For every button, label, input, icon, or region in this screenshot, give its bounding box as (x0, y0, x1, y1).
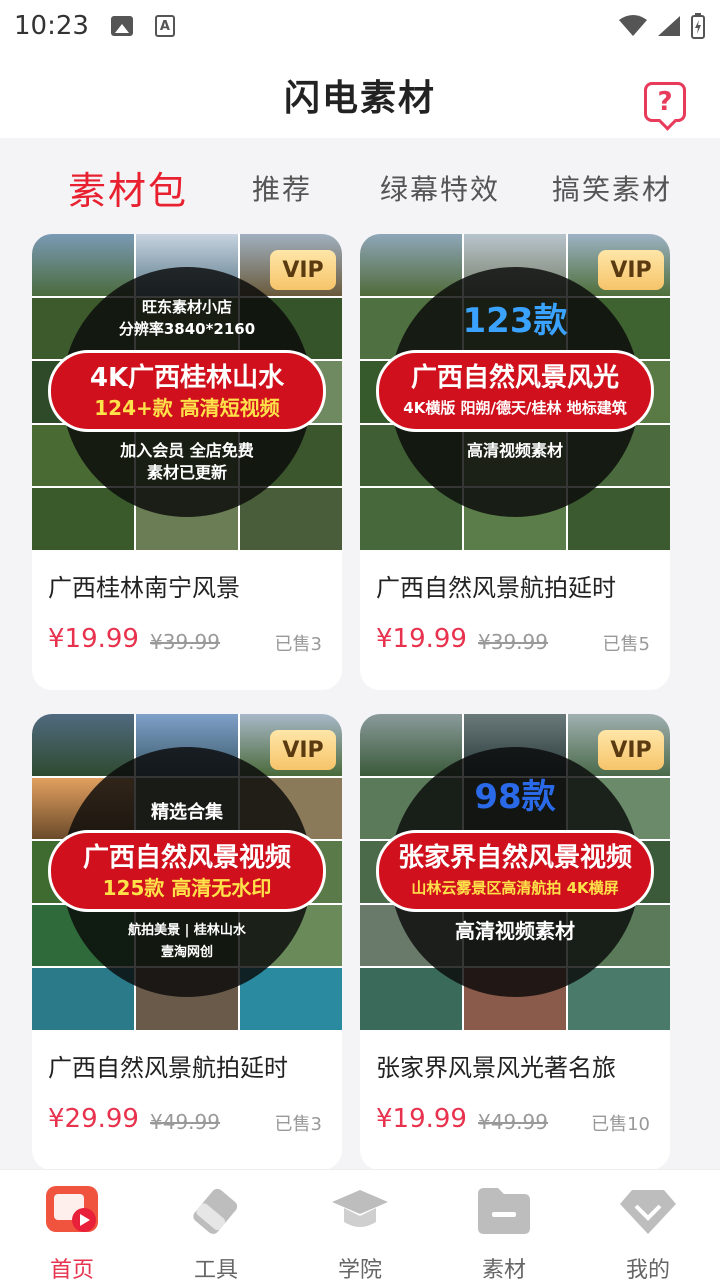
original-price: ¥39.99 (478, 630, 548, 654)
nav-item-academy[interactable]: 学院 (310, 1182, 410, 1280)
thumb-sub-text: 4K横版 阳朔/德天/桂林 地标建筑 (403, 399, 627, 417)
graduation-cap-icon (330, 1182, 390, 1238)
nav-item-materials[interactable]: 素材 (454, 1182, 554, 1280)
status-time: 10:23 (14, 11, 89, 41)
product-price: ¥19.99 (376, 624, 467, 654)
nav-item-home[interactable]: 首页 (22, 1182, 122, 1280)
product-title: 广西自然风景航拍延时 (376, 574, 616, 602)
thumb-count-text: 98款 (474, 777, 556, 817)
thumb-bottom-text: 高清视频素材 (466, 441, 563, 460)
nav-item-tools[interactable]: 工具 (166, 1182, 266, 1280)
tab-material-pack[interactable]: 素材包 (68, 160, 188, 215)
vip-badge: VIP (270, 730, 336, 770)
product-title: 广西自然风景航拍延时 (48, 1054, 288, 1082)
thumb-banner: 张家界自然风景视频 山林云雾景区高清航拍 4K横屏 (376, 830, 654, 912)
thumb-top-text: 98款 (360, 780, 670, 814)
thumb-top-text: 精选合集 (151, 802, 223, 823)
nav-label: 素材 (481, 1258, 526, 1280)
thumb-main-text: 广西自然风景视频 (82, 843, 291, 873)
product-card[interactable]: 旺东素材小店 分辨率3840*2160 4K广西桂林山水 124+款 高清短视频… (32, 234, 342, 690)
thumb-main-text: 广西自然风景风光 (410, 363, 619, 393)
product-title: 广西桂林南宁风景 (48, 574, 240, 602)
thumb-bottom-text: 高清视频素材 (455, 919, 575, 943)
nav-item-profile[interactable]: 我的 (598, 1182, 698, 1280)
thumb-main-text: 4K广西桂林山水 (89, 363, 285, 393)
question-bubble-icon: ? (657, 87, 673, 117)
product-card[interactable]: 精选合集 广西自然风景视频 125款 高清无水印 航拍美景 | 桂林山水 壹淘网… (32, 714, 342, 1170)
thumb-sub-text: 山林云雾景区高清航拍 4K横屏 (411, 879, 619, 897)
thumb-main-text: 张家界自然风景视频 (397, 843, 632, 873)
nav-label: 学院 (337, 1258, 382, 1280)
product-thumbnail: 123款 广西自然风景风光 4K横版 阳朔/德天/桂林 地标建筑 高清视频素材 … (360, 234, 670, 550)
thumb-top-text: 旺东素材小店 分辨率3840*2160 (118, 298, 256, 338)
vip-badge: VIP (598, 730, 664, 770)
thumb-banner: 广西自然风景风光 4K横版 阳朔/德天/桂林 地标建筑 (376, 350, 654, 432)
thumb-sub-text: 125款 高清无水印 (102, 876, 272, 900)
vip-badge: VIP (598, 250, 664, 290)
folder-icon (474, 1182, 534, 1238)
category-tabs: 素材包 推荐 绿幕特效 搞笑素材 (0, 150, 720, 226)
thumb-banner: 4K广西桂林山水 124+款 高清短视频 (48, 350, 326, 432)
battery-icon (691, 13, 705, 39)
bottom-nav: 首页 工具 学院 素材 我的 (0, 1170, 720, 1280)
help-button[interactable]: ? (644, 82, 686, 122)
product-card[interactable]: 98款 张家界自然风景视频 山林云雾景区高清航拍 4K横屏 高清视频素材 VIP… (360, 714, 670, 1170)
sold-count: 已售10 (591, 1114, 650, 1135)
nav-label: 工具 (193, 1258, 238, 1280)
thumb-banner: 广西自然风景视频 125款 高清无水印 (48, 830, 326, 912)
text-notification-icon: A (154, 15, 175, 37)
product-thumbnail: 旺东素材小店 分辨率3840*2160 4K广西桂林山水 124+款 高清短视频… (32, 234, 342, 550)
product-title: 张家界风景风光著名旅 (376, 1054, 616, 1082)
original-price: ¥49.99 (478, 1110, 548, 1134)
original-price: ¥49.99 (150, 1110, 220, 1134)
image-notification-icon (110, 16, 133, 36)
sold-count: 已售5 (602, 634, 650, 655)
thumb-bottom-text: 加入会员 全店免费 素材已更新 (120, 441, 254, 482)
nav-label: 我的 (625, 1258, 670, 1280)
vip-badge: VIP (270, 250, 336, 290)
product-thumbnail: 精选合集 广西自然风景视频 125款 高清无水印 航拍美景 | 桂林山水 壹淘网… (32, 714, 342, 1030)
product-thumbnail: 98款 张家界自然风景视频 山林云雾景区高清航拍 4K横屏 高清视频素材 VIP (360, 714, 670, 1030)
home-play-icon (42, 1182, 102, 1238)
thumb-count-text: 123款 (462, 301, 568, 341)
diamond-icon (618, 1182, 678, 1238)
product-price: ¥19.99 (48, 624, 139, 654)
original-price: ¥39.99 (150, 630, 220, 654)
product-card[interactable]: 123款 广西自然风景风光 4K横版 阳朔/德天/桂林 地标建筑 高清视频素材 … (360, 234, 670, 690)
sold-count: 已售3 (274, 634, 322, 655)
status-bar: 10:23 A (0, 0, 720, 52)
nav-label: 首页 (49, 1258, 94, 1280)
thumb-sub-text: 124+款 高清短视频 (94, 396, 280, 420)
product-price: ¥19.99 (376, 1104, 467, 1134)
product-price: ¥29.99 (48, 1104, 139, 1134)
sold-count: 已售3 (274, 1114, 322, 1135)
tab-recommend[interactable]: 推荐 (252, 168, 312, 208)
eraser-icon (186, 1182, 246, 1238)
app-header: 闪电素材 ? (0, 52, 720, 138)
thumb-bottom-text: 航拍美景 | 桂林山水 壹淘网创 (128, 923, 246, 960)
thumb-top-text: 123款 (360, 304, 670, 338)
tab-green-screen[interactable]: 绿幕特效 (380, 168, 500, 208)
tab-funny[interactable]: 搞笑素材 (552, 168, 672, 208)
page-title: 闪电素材 (283, 78, 436, 119)
wifi-icon (619, 15, 647, 36)
signal-icon (658, 16, 680, 36)
